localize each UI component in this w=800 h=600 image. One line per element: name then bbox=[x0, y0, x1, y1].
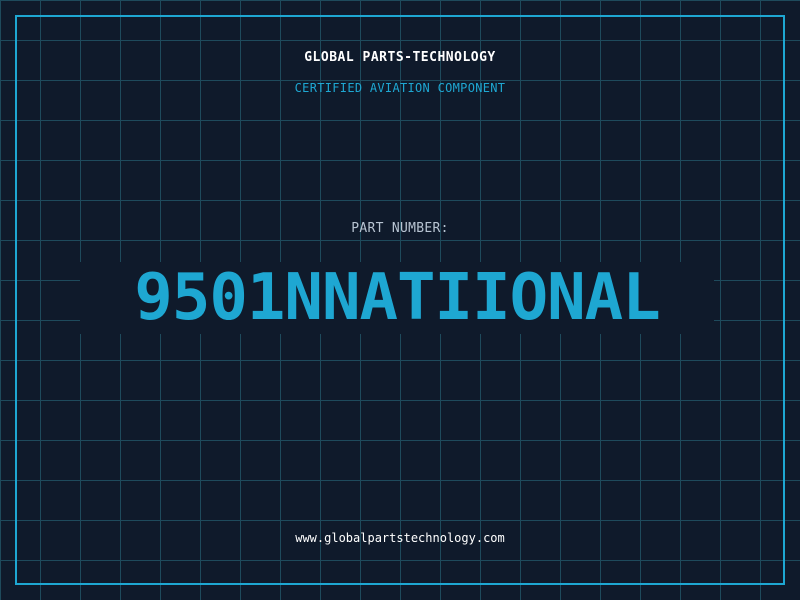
website-url: www.globalpartstechnology.com bbox=[295, 531, 505, 545]
part-number-label: PART NUMBER: bbox=[351, 221, 449, 236]
certification-subtitle: CERTIFIED AVIATION COMPONENT bbox=[294, 81, 506, 95]
company-name: GLOBAL PARTS-TECHNOLOGY bbox=[304, 50, 496, 65]
part-number-value: 9501NNATIIONAL bbox=[134, 261, 660, 335]
part-card: GLOBAL PARTS-TECHNOLOGY CERTIFIED AVIATI… bbox=[0, 0, 800, 600]
